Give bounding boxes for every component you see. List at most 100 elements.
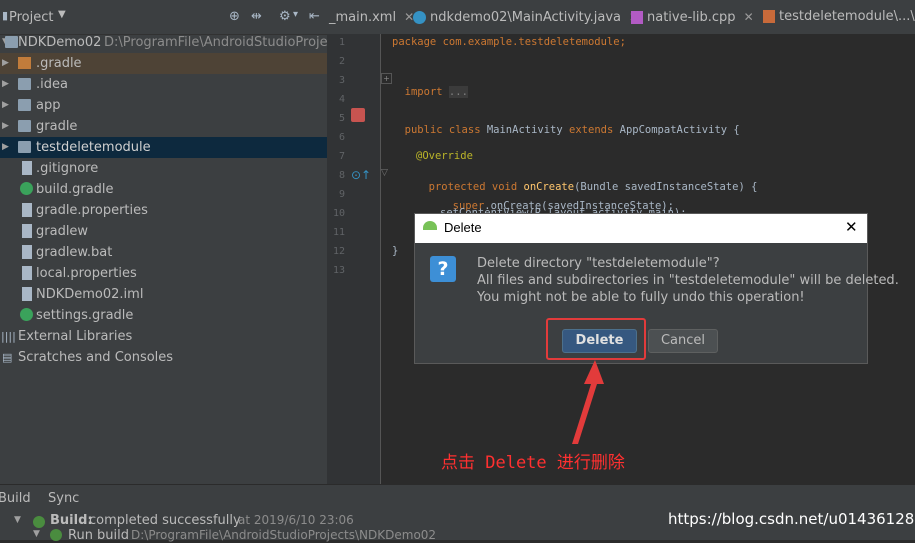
code-fold-placeholder[interactable]: ... xyxy=(448,86,468,98)
tree-item-label: local.properties xyxy=(36,266,137,281)
tree-item-label: .gradle xyxy=(36,56,82,71)
chevron-down-icon[interactable]: ▾ xyxy=(293,9,298,20)
project-icon: ▮ xyxy=(2,9,9,22)
code-line-8: @Override xyxy=(416,150,473,162)
line-number: 8 xyxy=(338,170,345,181)
override-icon[interactable]: ⊙↑ xyxy=(351,168,371,182)
dialog-message-line1: Delete directory "testdeletemodule"? xyxy=(477,256,720,271)
tree-item-label: NDKDemo02.iml xyxy=(36,287,144,302)
tab-build[interactable]: Build xyxy=(0,491,31,506)
tab-sync[interactable]: Sync xyxy=(48,491,79,506)
folder-icon xyxy=(18,78,31,90)
tree-item-label: .gitignore xyxy=(36,161,99,176)
build-timestamp: at 2019/6/10 23:06 xyxy=(238,513,354,527)
tree-item-gradlew[interactable]: gradlew xyxy=(0,221,327,242)
code-token: import xyxy=(404,86,443,98)
fold-icon[interactable]: ▽ xyxy=(381,168,388,178)
android-icon xyxy=(423,221,437,230)
tree-item-root[interactable]: ▼ NDKDemo02 D:\ProgramFile\AndroidStudio… xyxy=(0,32,347,53)
tab-label: testdeletemodule\...\ac xyxy=(779,9,915,24)
tree-item-external-libraries[interactable]: |||| External Libraries xyxy=(0,326,327,347)
tab-label: native-lib.cpp xyxy=(647,10,736,25)
hide-icon[interactable]: ⇤ xyxy=(309,9,320,24)
gradle-icon xyxy=(20,308,33,321)
project-view-selector[interactable]: Project xyxy=(9,10,53,25)
tree-item-idea[interactable]: ▶ .idea xyxy=(0,74,327,95)
chevron-down-icon[interactable]: ▼ xyxy=(14,515,21,525)
file-icon xyxy=(22,245,32,259)
tree-item-label: gradlew xyxy=(36,224,89,239)
tree-item-gradle-dir[interactable]: ▶ .gradle xyxy=(0,53,327,74)
tab-testdeletemodule[interactable]: testdeletemodule\...\ac xyxy=(763,0,915,34)
run-class-icon[interactable] xyxy=(351,108,365,122)
chevron-down-icon[interactable]: ▼ xyxy=(58,9,66,20)
target-icon[interactable]: ⊕ xyxy=(229,9,240,24)
annotation-text: 点击 Delete 进行删除 xyxy=(441,453,625,473)
line-number: 12 xyxy=(332,246,345,257)
chevron-right-icon[interactable]: ▶ xyxy=(2,137,9,158)
chevron-right-icon[interactable]: ▶ xyxy=(2,74,9,95)
file-icon xyxy=(22,161,32,175)
tree-item-scratches[interactable]: ▤ Scratches and Consoles xyxy=(0,347,327,368)
project-panel-header: ▮ Project ▼ ⊕ ⇹ ⚙ ▾ ⇤ xyxy=(0,0,327,35)
chevron-down-icon[interactable]: ▼ xyxy=(33,529,40,539)
tree-item-gradle-properties[interactable]: gradle.properties xyxy=(0,200,327,221)
tab-label: _main.xml xyxy=(329,10,397,25)
library-icon: |||| xyxy=(1,330,16,343)
collapse-icon[interactable]: ⇹ xyxy=(251,9,262,24)
layout-file-icon xyxy=(763,10,775,23)
gradle-icon xyxy=(20,182,33,195)
tree-item-build-gradle[interactable]: build.gradle xyxy=(0,179,327,200)
scratches-icon: ▤ xyxy=(2,351,13,364)
tab-label: ndkdemo02\MainActivity.java xyxy=(430,10,621,25)
tree-item-testdeletemodule[interactable]: ▶ testdeletemodule xyxy=(0,137,327,158)
code-token: AppCompatActivity { xyxy=(619,124,740,136)
tree-item-label: build.gradle xyxy=(36,182,114,197)
code-token: extends xyxy=(569,124,614,136)
line-number: 10 xyxy=(332,208,345,219)
tree-item-settings-gradle[interactable]: settings.gradle xyxy=(0,305,327,326)
tree-item-app[interactable]: ▶ app xyxy=(0,95,327,116)
code-line-13: } xyxy=(392,245,399,257)
file-icon xyxy=(22,287,32,301)
dialog-title: Delete xyxy=(444,220,482,235)
watermark: https://blog.csdn.net/u014361280 xyxy=(668,510,915,528)
tree-item-gradle[interactable]: ▶ gradle xyxy=(0,116,327,137)
cancel-button[interactable]: Cancel xyxy=(648,329,718,353)
line-number: 4 xyxy=(338,94,345,105)
close-icon[interactable]: ✕ xyxy=(845,218,858,236)
tab-native-lib[interactable]: native-lib.cpp ✕ xyxy=(631,0,754,34)
code-line-3: import ... xyxy=(392,74,468,98)
tree-item-label: Scratches and Consoles xyxy=(18,350,174,365)
line-number: 5 xyxy=(338,113,345,124)
file-icon xyxy=(22,224,32,238)
code-line-1: package com.example.testdeletemodule; xyxy=(392,36,626,48)
code-token: MainActivity xyxy=(486,124,563,136)
cpp-file-icon xyxy=(631,11,643,24)
tree-item-label: testdeletemodule xyxy=(36,140,151,155)
class-icon xyxy=(413,11,426,24)
success-icon xyxy=(50,529,62,541)
tab-main-xml[interactable]: _main.xml ✕ xyxy=(329,0,414,34)
line-number: 11 xyxy=(332,227,345,238)
line-number: 2 xyxy=(338,56,345,67)
tree-item-label: External Libraries xyxy=(18,329,133,344)
tree-item-gradlew-bat[interactable]: gradlew.bat xyxy=(0,242,327,263)
dialog-message-line3: You might not be able to fully undo this… xyxy=(477,290,805,305)
tree-item-label: settings.gradle xyxy=(36,308,134,323)
tree-item-gitignore[interactable]: .gitignore xyxy=(0,158,327,179)
chevron-right-icon[interactable]: ▶ xyxy=(2,116,9,137)
chevron-right-icon[interactable]: ▶ xyxy=(2,95,9,116)
close-icon[interactable]: ✕ xyxy=(744,10,754,24)
tab-main-activity[interactable]: ndkdemo02\MainActivity.java✕ xyxy=(413,0,639,34)
gear-icon[interactable]: ⚙ xyxy=(279,9,291,24)
line-number: 7 xyxy=(338,151,345,162)
file-icon xyxy=(22,203,32,217)
tree-item-iml[interactable]: NDKDemo02.iml xyxy=(0,284,327,305)
chevron-right-icon[interactable]: ▶ xyxy=(2,53,9,74)
tree-item-local-properties[interactable]: local.properties xyxy=(0,263,327,284)
tree-item-label: .idea xyxy=(36,77,68,92)
line-number: 13 xyxy=(332,265,345,276)
folder-icon xyxy=(18,120,31,132)
fold-expand-icon[interactable]: + xyxy=(381,73,392,84)
